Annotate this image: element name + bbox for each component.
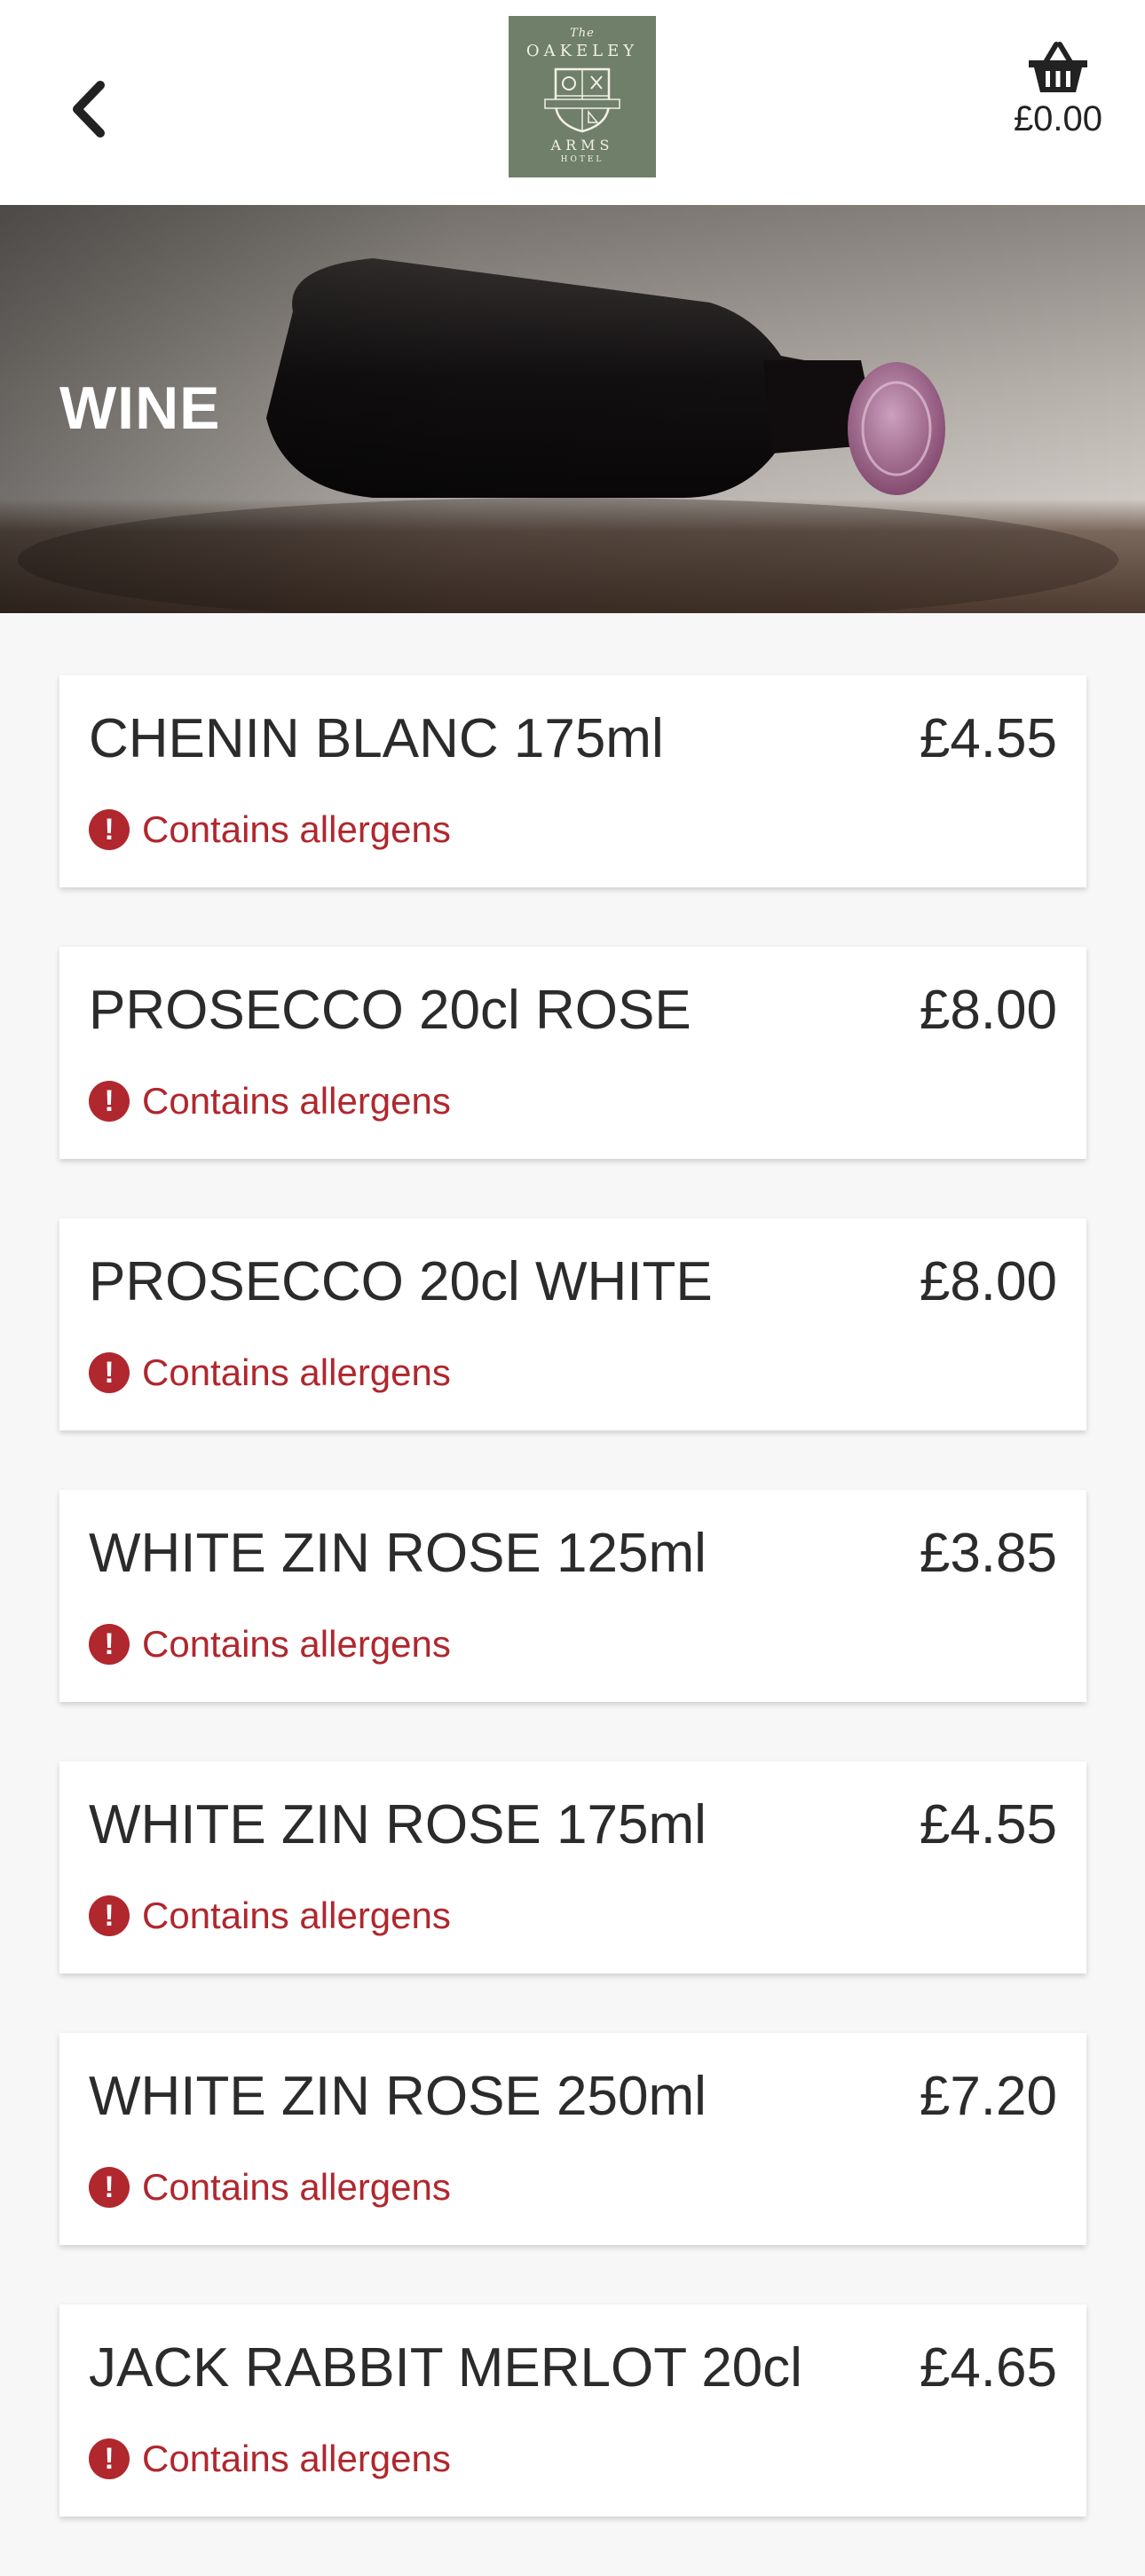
allergen-text: Contains allergens (142, 1351, 451, 1393)
item-price: £4.55 (919, 1794, 1057, 1855)
item-price: £3.85 (919, 1523, 1057, 1584)
item-name: PROSECCO 20cl ROSE (89, 980, 691, 1041)
item-name: WHITE ZIN ROSE 175ml (89, 1794, 707, 1855)
chevron-left-icon (73, 81, 105, 138)
logo-line-arms: ARMS (550, 137, 614, 154)
item-price: £8.00 (919, 980, 1057, 1041)
menu-item-card[interactable]: WHITE ZIN ROSE 125ml £3.85 ! Contains al… (59, 1490, 1086, 1702)
exclamation-circle-icon: ! (89, 2438, 130, 2479)
logo-line-oakeley: OAKELEY (525, 42, 639, 60)
allergen-text: Contains allergens (142, 1895, 451, 1936)
allergen-notice[interactable]: ! Contains allergens (89, 2166, 451, 2209)
exclamation-circle-icon: ! (89, 1895, 130, 1936)
allergen-notice[interactable]: ! Contains allergens (89, 1351, 451, 1394)
allergen-notice[interactable]: ! Contains allergens (89, 1623, 451, 1666)
hotel-logo: The OAKELEY ARMS HOTEL (509, 16, 656, 177)
exclamation-circle-icon: ! (89, 809, 130, 850)
allergen-text: Contains allergens (142, 1080, 451, 1122)
allergen-notice[interactable]: ! Contains allergens (89, 1895, 451, 1937)
basket-icon (1029, 42, 1087, 92)
item-name: CHENIN BLANC 175ml (89, 708, 664, 769)
item-price: £4.65 (919, 2337, 1057, 2399)
menu-item-card[interactable]: WHITE ZIN ROSE 250ml £7.20 ! Contains al… (59, 2033, 1086, 2245)
item-price: £7.20 (919, 2066, 1057, 2127)
allergen-text: Contains allergens (142, 808, 451, 850)
allergen-notice[interactable]: ! Contains allergens (89, 808, 451, 851)
allergen-text: Contains allergens (142, 1623, 451, 1665)
menu-item-card[interactable]: WHITE ZIN ROSE 175ml £4.55 ! Contains al… (59, 1761, 1086, 1973)
exclamation-circle-icon: ! (89, 1081, 130, 1122)
menu-item-card[interactable]: PROSECCO 20cl WHITE £8.00 ! Contains all… (59, 1218, 1086, 1430)
allergen-notice[interactable]: ! Contains allergens (89, 1080, 451, 1123)
allergen-notice[interactable]: ! Contains allergens (89, 2438, 451, 2480)
category-title: WINE (59, 374, 221, 442)
logo-line-the: The (570, 27, 595, 40)
exclamation-circle-icon: ! (89, 2167, 130, 2208)
back-button[interactable] (53, 69, 124, 149)
item-price: £4.55 (919, 708, 1057, 769)
menu-item-card[interactable]: PROSECCO 20cl ROSE £8.00 ! Contains alle… (59, 947, 1086, 1159)
category-hero-banner: WINE (0, 205, 1145, 613)
allergen-text: Contains allergens (142, 2166, 451, 2208)
menu-item-card[interactable]: CHENIN BLANC 175ml £4.55 ! Contains alle… (59, 675, 1086, 887)
item-price: £8.00 (919, 1251, 1057, 1312)
item-name: WHITE ZIN ROSE 125ml (89, 1523, 707, 1584)
item-name: PROSECCO 20cl WHITE (89, 1251, 713, 1312)
crest-emblem-icon (544, 67, 620, 133)
menu-item-card[interactable]: JACK RABBIT MERLOT 20cl £4.65 ! Contains… (59, 2304, 1086, 2517)
menu-item-list: CHENIN BLANC 175ml £4.55 ! Contains alle… (59, 675, 1086, 2576)
exclamation-circle-icon: ! (89, 1624, 130, 1665)
app-header: The OAKELEY ARMS HOTEL £0.00 (0, 0, 1145, 205)
item-name: WHITE ZIN ROSE 250ml (89, 2066, 707, 2127)
basket-total: £0.00 (1013, 99, 1103, 138)
allergen-text: Contains allergens (142, 2438, 451, 2479)
exclamation-circle-icon: ! (89, 1352, 130, 1393)
logo-line-hotel: HOTEL (560, 155, 604, 164)
basket-button[interactable]: £0.00 (1005, 41, 1111, 139)
item-name: JACK RABBIT MERLOT 20cl (89, 2337, 802, 2399)
